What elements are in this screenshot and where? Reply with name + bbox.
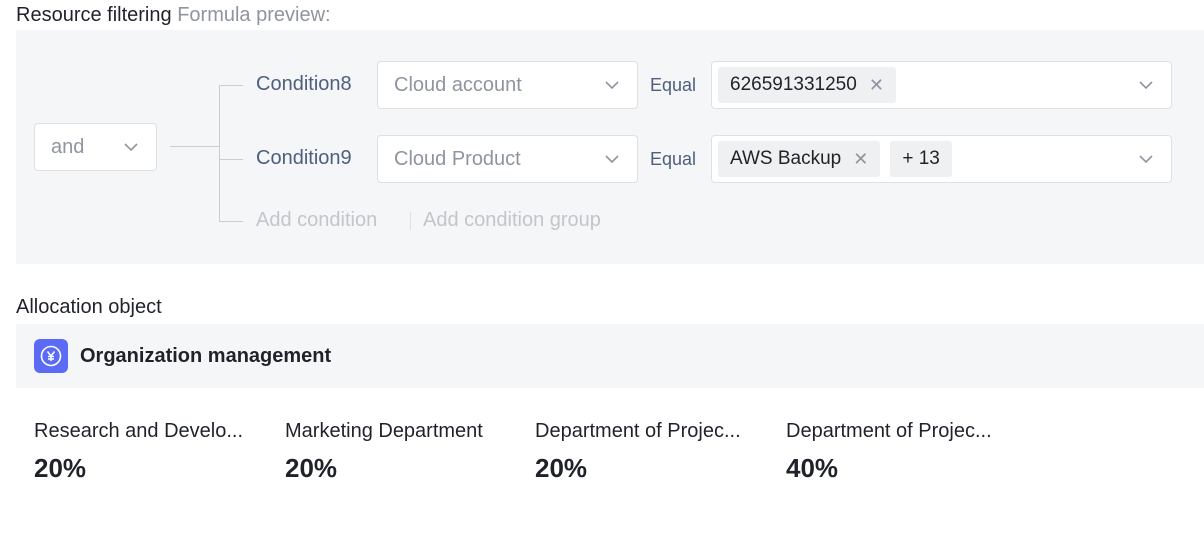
condition-field-value: Cloud account xyxy=(394,73,522,96)
allocation-item: Department of Projec... 40% xyxy=(786,420,1031,484)
chevron-down-icon xyxy=(1137,150,1155,168)
tree-branch-3 xyxy=(219,221,243,222)
condition-operator[interactable]: Equal xyxy=(650,149,696,170)
condition-value-select[interactable]: AWS Backup ✕ + 13 xyxy=(711,135,1172,183)
close-icon[interactable]: ✕ xyxy=(869,75,884,96)
value-tag-label: 626591331250 xyxy=(730,74,857,95)
condition-field-select[interactable]: Cloud Product xyxy=(377,135,638,183)
allocation-item-percent: 20% xyxy=(34,453,87,483)
value-tag: AWS Backup ✕ xyxy=(718,141,881,177)
add-condition-link[interactable]: Add condition xyxy=(256,209,377,232)
logic-operator-value: and xyxy=(51,135,85,158)
formula-preview-label: Formula preview: xyxy=(177,4,331,26)
allocation-item-percent: 20% xyxy=(535,453,588,483)
yuan-circle-icon xyxy=(34,339,68,373)
more-tags-count: + 13 xyxy=(902,148,940,169)
more-tags-badge[interactable]: + 13 xyxy=(890,141,952,177)
tree-branch-1 xyxy=(219,85,243,86)
allocation-item-name: Research and Develo... xyxy=(34,420,244,442)
allocation-item-name: Marketing Department xyxy=(285,420,483,442)
value-tag-label: AWS Backup xyxy=(730,148,842,169)
resource-filtering-title: Resource filtering Formula preview: xyxy=(16,4,331,27)
condition-value-select[interactable]: 626591331250 ✕ xyxy=(711,61,1172,109)
tree-trunk xyxy=(219,85,220,221)
chevron-down-icon xyxy=(603,150,621,168)
allocation-item-name: Department of Projec... xyxy=(786,420,992,442)
allocation-item-name: Department of Projec... xyxy=(535,420,741,442)
chevron-down-icon xyxy=(122,138,140,156)
divider xyxy=(410,212,411,230)
chevron-down-icon xyxy=(1137,76,1155,94)
condition-label: Condition8 xyxy=(256,73,352,95)
condition-field-select[interactable]: Cloud account xyxy=(377,61,638,109)
tree-connector xyxy=(170,146,220,147)
organization-title: Organization management xyxy=(80,344,332,367)
chevron-down-icon xyxy=(603,76,621,94)
add-condition-group-link[interactable]: Add condition group xyxy=(423,209,601,232)
tree-branch-2 xyxy=(219,159,243,160)
allocation-item: Department of Projec... 20% xyxy=(535,420,780,484)
condition-label: Condition9 xyxy=(256,147,352,169)
allocation-item-percent: 40% xyxy=(786,453,839,483)
condition-field-value: Cloud Product xyxy=(394,147,521,170)
allocation-item: Research and Develo... 20% xyxy=(34,420,279,484)
condition-operator[interactable]: Equal xyxy=(650,75,696,96)
value-tag: 626591331250 ✕ xyxy=(718,67,896,103)
close-icon[interactable]: ✕ xyxy=(853,149,868,170)
logic-operator-select[interactable]: and xyxy=(34,123,157,171)
allocation-item-percent: 20% xyxy=(285,453,338,483)
organization-header: Organization management xyxy=(16,324,1204,388)
allocation-object-title: Allocation object xyxy=(16,296,162,318)
resource-filtering-label: Resource filtering xyxy=(16,4,172,26)
allocation-item: Marketing Department 20% xyxy=(285,420,530,484)
